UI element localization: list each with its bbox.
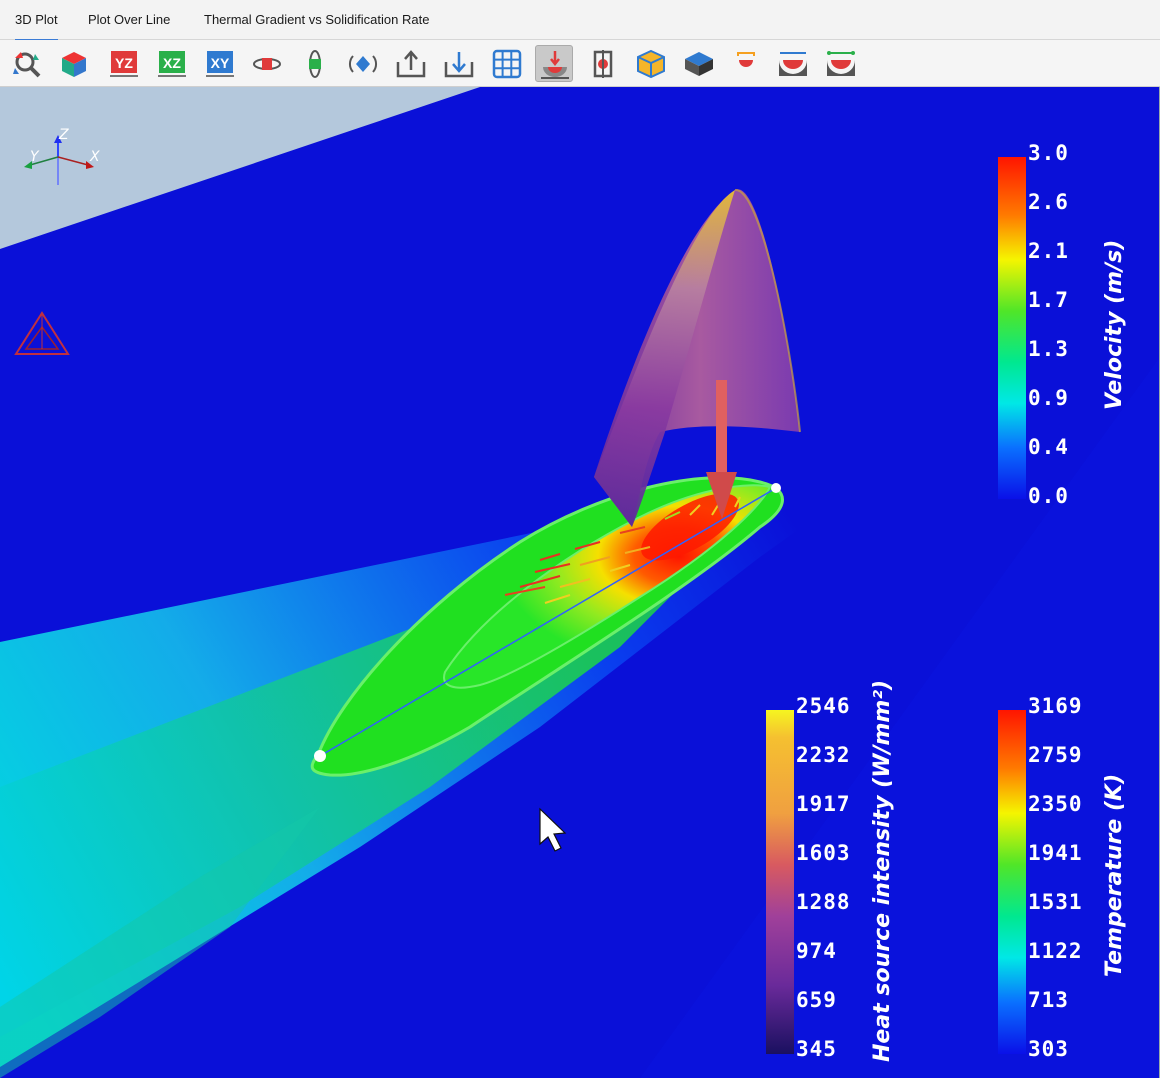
melt-pool-small-button[interactable] bbox=[727, 45, 765, 82]
clip-plane-icon bbox=[593, 50, 613, 78]
rotate-vertical-button[interactable] bbox=[296, 45, 334, 82]
velocity-tick: 2.6 bbox=[1028, 190, 1069, 214]
melt-pool-depth-icon bbox=[827, 51, 855, 76]
velocity-colorbar bbox=[998, 157, 1026, 499]
x-axis-label: X bbox=[89, 149, 100, 165]
box-outline-icon bbox=[637, 49, 665, 79]
temperature-tick: 2759 bbox=[1028, 743, 1083, 767]
temperature-tick: 1122 bbox=[1028, 939, 1083, 963]
heat-source-colorbar-title: Heat source intensity (W/mm²) bbox=[870, 679, 895, 1062]
velocity-tick: 0.0 bbox=[1028, 484, 1069, 508]
isometric-view-button[interactable] bbox=[55, 45, 93, 82]
box-solid-icon bbox=[685, 52, 713, 76]
box-outline-button[interactable] bbox=[632, 45, 670, 82]
temperature-tick: 713 bbox=[1028, 988, 1069, 1012]
temperature-colorbar bbox=[998, 710, 1026, 1054]
yz-view-icon: YZ bbox=[110, 51, 138, 77]
beam-arrow-shaft bbox=[716, 380, 727, 472]
box-solid-button[interactable] bbox=[680, 45, 718, 82]
toolbar: YZ XZ XY bbox=[0, 40, 1160, 87]
heat-source-tick: 2232 bbox=[796, 743, 851, 767]
rotate-vertical-icon bbox=[309, 50, 321, 78]
velocity-colorbar-title: Velocity (m/s) bbox=[1102, 239, 1127, 410]
temperature-tick: 303 bbox=[1028, 1037, 1069, 1061]
temperature-tick: 3169 bbox=[1028, 694, 1083, 718]
rotate-horizontal-icon bbox=[253, 58, 281, 70]
heat-source-tick: 1288 bbox=[796, 890, 851, 914]
melt-pool-width-icon bbox=[779, 52, 807, 76]
xy-view-icon: XY bbox=[206, 51, 234, 77]
scan-end-point[interactable] bbox=[771, 483, 781, 493]
velocity-tick: 0.9 bbox=[1028, 386, 1069, 410]
melt-pool-small-icon bbox=[737, 52, 755, 67]
grid-button[interactable] bbox=[488, 45, 526, 82]
velocity-tick: 0.4 bbox=[1028, 435, 1069, 459]
heat-source-tick: 659 bbox=[796, 988, 837, 1012]
import-button[interactable] bbox=[440, 45, 478, 82]
tab-3d-plot[interactable]: 3D Plot bbox=[15, 0, 58, 41]
clip-plane-button[interactable] bbox=[584, 45, 622, 82]
velocity-tick: 1.3 bbox=[1028, 337, 1069, 361]
melt-pool-width-button[interactable] bbox=[774, 45, 812, 82]
temperature-tick: 1531 bbox=[1028, 890, 1083, 914]
simulation-scene: Z X Y bbox=[0, 87, 1159, 1078]
isometric-view-icon bbox=[62, 52, 86, 77]
heat-source-tick: 1603 bbox=[796, 841, 851, 865]
xy-label: XY bbox=[211, 55, 230, 71]
xz-view-button[interactable]: XZ bbox=[153, 45, 191, 82]
yz-label: YZ bbox=[115, 55, 133, 71]
tab-plot-over-line[interactable]: Plot Over Line bbox=[88, 0, 170, 39]
rotate-in-plane-icon bbox=[349, 55, 377, 73]
velocity-tick: 3.0 bbox=[1028, 141, 1069, 165]
3d-viewport[interactable]: Z X Y 3.0 2.6 2.1 1.7 1.3 0.9 0.4 0.0 Ve… bbox=[0, 87, 1160, 1078]
velocity-tick: 2.1 bbox=[1028, 239, 1069, 263]
reset-view-button[interactable] bbox=[8, 45, 46, 82]
melt-pool-depth-button[interactable] bbox=[822, 45, 860, 82]
export-button[interactable] bbox=[392, 45, 430, 82]
heat-source-tick: 2546 bbox=[796, 694, 851, 718]
grid-icon bbox=[492, 49, 522, 79]
reset-view-icon bbox=[13, 52, 41, 78]
z-axis-label: Z bbox=[58, 127, 69, 143]
xz-view-icon: XZ bbox=[158, 51, 186, 77]
scan-start-point[interactable] bbox=[314, 750, 326, 762]
rotate-horizontal-button[interactable] bbox=[248, 45, 286, 82]
rotate-in-plane-button[interactable] bbox=[344, 45, 382, 82]
temperature-tick: 2350 bbox=[1028, 792, 1083, 816]
import-icon bbox=[444, 52, 474, 78]
xz-label: XZ bbox=[163, 55, 181, 71]
heat-source-button[interactable] bbox=[535, 45, 573, 82]
temperature-tick: 1941 bbox=[1028, 841, 1083, 865]
y-axis-label: Y bbox=[30, 149, 40, 165]
yz-view-button[interactable]: YZ bbox=[105, 45, 143, 82]
heat-source-tick: 345 bbox=[796, 1037, 837, 1061]
heat-source-icon bbox=[541, 51, 569, 79]
heat-source-colorbar bbox=[766, 710, 794, 1054]
tab-thermal-gradient[interactable]: Thermal Gradient vs Solidification Rate bbox=[204, 0, 429, 39]
xy-view-button[interactable]: XY bbox=[201, 45, 239, 82]
tab-bar: 3D Plot Plot Over Line Thermal Gradient … bbox=[0, 0, 1160, 41]
heat-source-tick: 974 bbox=[796, 939, 837, 963]
export-icon bbox=[396, 50, 426, 78]
heat-source-tick: 1917 bbox=[796, 792, 851, 816]
temperature-colorbar-title: Temperature (K) bbox=[1102, 773, 1127, 977]
velocity-tick: 1.7 bbox=[1028, 288, 1069, 312]
